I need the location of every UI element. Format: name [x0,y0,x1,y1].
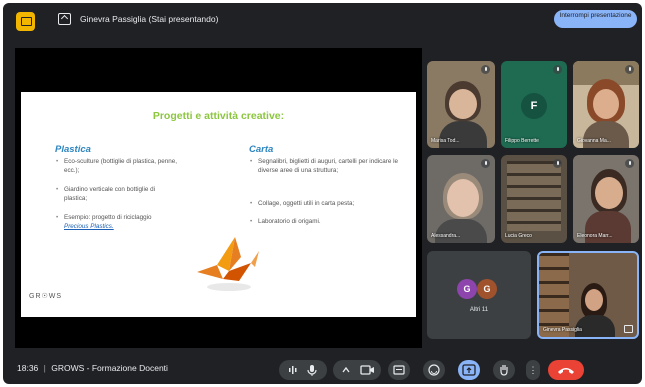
bookshelf-background [507,161,561,231]
meeting-name: GROWS - Formazione Docenti [51,363,168,373]
raise-hand-button[interactable] [493,360,515,380]
participant-tile[interactable]: Eleonora Marr... [573,155,639,243]
participant-tile[interactable]: Giovanna Ma... [573,61,639,148]
others-count: Altri 11 [469,307,489,313]
self-tile[interactable]: Ginevra Passiglia [537,251,639,339]
camera-control[interactable] [333,360,381,380]
meeting-info: 18:36 | GROWS - Formazione Docenti [17,363,168,373]
mic-icon [553,159,562,168]
participant-tile[interactable]: Marisa Tod... [427,61,495,148]
participant-name: Filippo Berrette [505,138,539,144]
leave-call-button[interactable] [548,360,584,380]
present-button[interactable] [458,360,480,380]
slide-bullet: Giardino verticale con bottiglie di plas… [56,186,179,203]
participant-avatar: G [477,279,497,299]
mic-icon [481,159,490,168]
participant-face [593,89,619,119]
participant-name: Giovanna Ma... [577,138,611,144]
origami-crane-image [197,237,259,291]
more-options-button[interactable]: ⋮ [526,360,540,380]
camera-icon [342,365,374,375]
slide-bullet: Esempio: progetto di riciclaggio Preciou… [56,214,199,231]
participant-tile[interactable]: F Filippo Berrette [501,61,567,148]
emoji-icon [428,364,440,376]
pin-icon[interactable] [624,325,633,333]
participant-name: Ginevra Passiglia [543,327,582,333]
presentation-stage: Progetti e attività creative: Plastica E… [15,48,422,348]
presenter-label: Ginevra Passiglia (Stai presentando) [80,14,219,24]
clock-time: 18:36 [17,363,39,373]
microphone-control[interactable] [279,360,327,380]
top-bar: Ginevra Passiglia (Stai presentando) Int… [3,3,642,35]
audio-settings-icon [289,365,317,376]
emoji-button[interactable] [423,360,445,380]
presentation-slide: Progetti e attività creative: Plastica E… [21,92,416,317]
slide-heading-plastica: Plastica [55,144,91,155]
participant-name: Eleonora Marr... [577,233,613,239]
captions-button[interactable] [388,360,410,380]
precious-plastics-link[interactable]: Precious Plastics. [64,223,114,230]
stop-presenting-button[interactable]: Interrompi presentazione [554,10,637,28]
grows-logo: GR☉WS [29,293,63,300]
meet-window: Ginevra Passiglia (Stai presentando) Int… [3,3,642,384]
separator: | [43,363,46,373]
slide-title: Progetti e attività creative: [152,110,285,122]
participant-name: Marisa Tod... [431,138,460,144]
participant-body [435,219,487,243]
slide-bullet: Laboratorio di origami. [250,218,408,227]
end-call-icon [558,368,574,374]
participant-face [447,179,479,217]
slide-bullet-text: Esempio: progetto di riciclaggio [64,214,152,221]
participant-tile[interactable]: Alessandra... [427,155,495,243]
mic-icon [553,65,562,74]
slide-bullet: Segnalibri, biglietti di auguri, cartell… [250,158,408,175]
captions-icon [393,365,405,375]
mic-icon [625,159,634,168]
participant-face [449,89,477,119]
mic-icon [481,65,490,74]
mic-icon [625,65,634,74]
present-screen-icon [58,13,71,25]
hand-icon [500,365,508,376]
participant-tile[interactable]: Lucia Greco [501,155,567,243]
participant-name: Alessandra... [431,233,461,239]
bottom-bar: 18:36 | GROWS - Formazione Docenti ⋮ [3,355,642,384]
slide-bullet: Eco-sculture (bottiglie di plastica, pen… [56,158,179,175]
participant-name: Lucia Greco [505,233,532,239]
meet-app-icon [16,12,35,31]
participant-avatar: F [521,93,547,119]
present-screen-icon [462,364,476,376]
participant-avatar: G [457,279,477,299]
participant-face [595,177,623,209]
others-tile[interactable]: G G Altri 11 [427,251,531,339]
participant-face [585,289,603,311]
slide-bullet: Collage, oggetti utili in carta pesta; [250,200,408,209]
slide-heading-carta: Carta [249,144,274,155]
